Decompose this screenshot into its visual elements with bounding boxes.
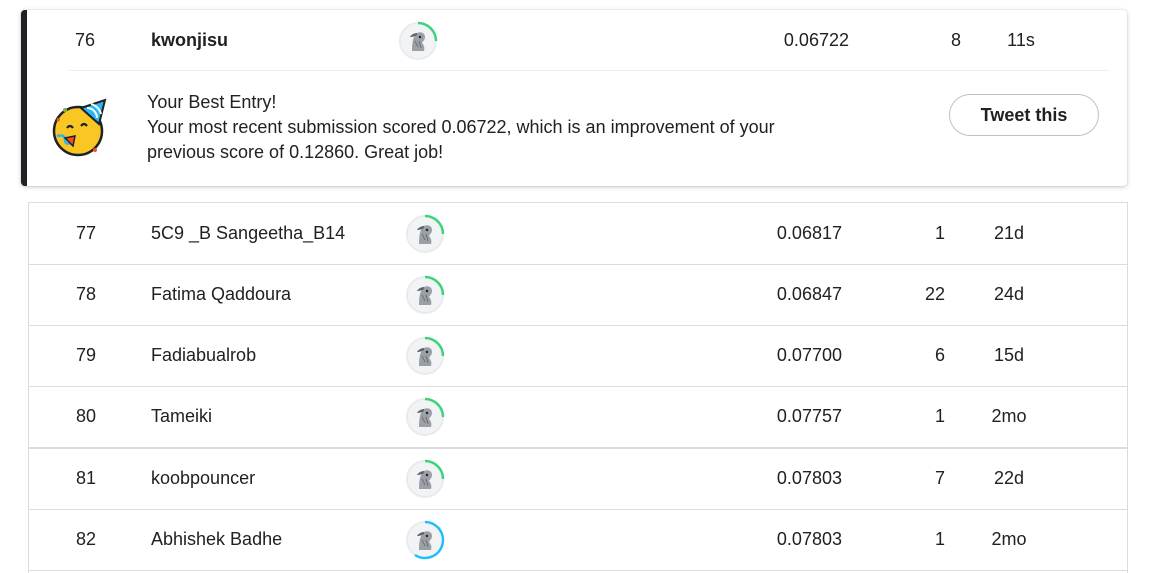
team-name[interactable]: kwonjisu (151, 10, 228, 71)
rank: 79 (75, 345, 97, 365)
avatar[interactable] (403, 203, 447, 264)
score: 0.07803 (776, 529, 842, 549)
last-submission: 24d (993, 284, 1025, 304)
rank: 76 (74, 30, 96, 50)
last-submission: 2mo (991, 529, 1027, 549)
rank: 78 (75, 284, 97, 304)
best-entry-message: Your Best Entry! Your most recent submis… (147, 90, 775, 165)
score: 0.07700 (776, 345, 842, 365)
table-row[interactable]: 82 Abhishek Badhe 0.07803 1 2mo (29, 509, 1127, 571)
table-row[interactable]: 78 Fatima Qaddoura 0.06847 22 24d (29, 264, 1127, 326)
rank: 80 (75, 406, 97, 426)
best-entry-line1: Your most recent submission scored 0.067… (147, 117, 775, 137)
entries-count: 1 (934, 529, 945, 549)
team-name[interactable]: koobpouncer (151, 448, 255, 509)
team-name[interactable]: Abhishek Badhe (151, 509, 282, 570)
best-entry-title: Your Best Entry! (147, 92, 277, 112)
rank: 77 (75, 223, 97, 243)
avatar[interactable] (403, 509, 447, 570)
avatar[interactable] (403, 448, 447, 509)
last-submission: 21d (993, 223, 1025, 243)
avatar[interactable] (403, 325, 447, 386)
entries-count: 7 (934, 468, 945, 488)
team-name[interactable]: 5C9 _B Sangeetha_B14 (151, 203, 345, 264)
entries-count: 8 (950, 30, 961, 50)
table-row[interactable]: 79 Fadiabualrob 0.07700 6 15d (29, 325, 1127, 387)
score: 0.06817 (776, 223, 842, 243)
score: 0.06847 (776, 284, 842, 304)
rank: 81 (75, 468, 97, 488)
leaderboard-table: 77 5C9 _B Sangeetha_B14 0.06817 1 21d 78… (28, 202, 1128, 573)
score: 0.07803 (776, 468, 842, 488)
team-name[interactable]: Fatima Qaddoura (151, 264, 291, 325)
avatar-duck-icon (406, 275, 445, 314)
current-user-row[interactable]: 76 kwonjisu 0.06722 8 11s (21, 10, 1127, 71)
avatar-duck-icon (406, 520, 445, 559)
team-name[interactable]: Tameiki (151, 386, 212, 447)
avatar[interactable] (403, 386, 447, 447)
entries-count: 1 (934, 406, 945, 426)
team-name[interactable]: Fadiabualrob (151, 325, 256, 386)
avatar-duck-icon (406, 214, 445, 253)
last-submission: 2mo (991, 406, 1027, 426)
avatar[interactable] (396, 10, 440, 71)
divider (69, 70, 1109, 71)
table-row[interactable]: 81 koobpouncer 0.07803 7 22d (29, 448, 1127, 510)
score: 0.07757 (776, 406, 842, 426)
last-submission: 15d (993, 345, 1025, 365)
entries-count: 6 (934, 345, 945, 365)
best-entry-card: 76 kwonjisu 0.06722 8 11s Your Best Entr… (21, 10, 1127, 186)
entries-count: 1 (934, 223, 945, 243)
avatar-duck-icon (406, 397, 445, 436)
table-row[interactable]: 80 Tameiki 0.07757 1 2mo (29, 386, 1127, 449)
entries-count: 22 (924, 284, 945, 304)
avatar-duck-icon (399, 21, 438, 60)
score: 0.06722 (783, 30, 849, 50)
last-submission: 22d (993, 468, 1025, 488)
avatar[interactable] (403, 264, 447, 325)
avatar-duck-icon (406, 459, 445, 498)
table-row[interactable]: 77 5C9 _B Sangeetha_B14 0.06817 1 21d (29, 203, 1127, 265)
avatar-duck-icon (406, 336, 445, 375)
last-submission: 11s (1007, 30, 1035, 50)
party-face-icon (52, 98, 107, 157)
best-entry-line2: previous score of 0.12860. Great job! (147, 142, 444, 162)
tweet-button[interactable]: Tweet this (949, 94, 1099, 136)
rank: 82 (75, 529, 97, 549)
